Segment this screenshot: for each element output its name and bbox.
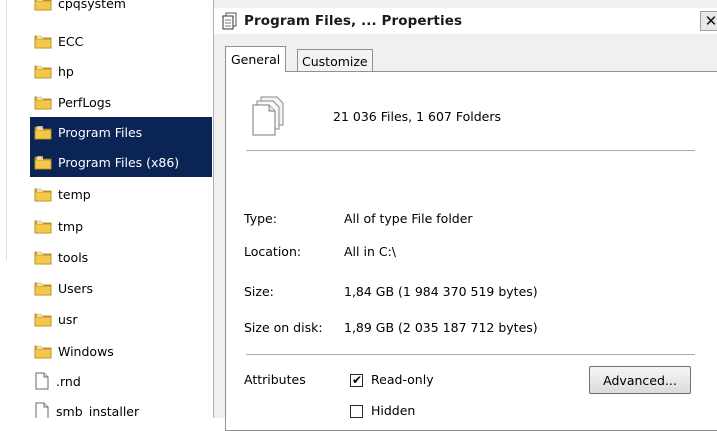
properties-doc-icon [222, 12, 238, 30]
list-item-label: cpqsystem [58, 0, 126, 11]
list-item[interactable]: cpqsystem [30, 0, 212, 18]
list-item[interactable]: hp [30, 56, 212, 86]
list-item-label: PerfLogs [58, 94, 112, 110]
type-value: All of type File folder [344, 211, 473, 226]
tab-general[interactable]: General [225, 46, 287, 72]
folder-icon [34, 249, 52, 265]
read-only-label[interactable]: Read-only [371, 372, 434, 387]
list-item[interactable]: Program Files [30, 117, 212, 147]
file-folder-count: 21 036 Files, 1 607 Folders [333, 109, 501, 124]
folder-icon [34, 63, 52, 79]
list-item[interactable]: temp [30, 179, 212, 209]
general-panel: 21 036 Files, 1 607 Folders Type: All of… [225, 71, 717, 431]
size-label: Size: [244, 284, 274, 299]
folder-icon [34, 0, 52, 11]
list-item-label: usr [58, 311, 78, 327]
location-label: Location: [244, 244, 302, 259]
explorer-file-list: cpqsystem ECC hp PerfLogs Program Files Progr… [0, 0, 215, 418]
folder-icon [34, 94, 52, 110]
list-item-label: Users [58, 280, 94, 296]
list-item-label: temp [58, 186, 91, 202]
size-on-disk-label: Size on disk: [244, 320, 323, 335]
multiple-files-icon [251, 95, 285, 137]
type-label: Type: [244, 211, 277, 226]
list-item[interactable]: tools [30, 242, 212, 272]
divider-top [246, 150, 695, 152]
tab-general-label: General [231, 52, 281, 67]
list-item[interactable]: smb_installer [30, 396, 212, 418]
list-item[interactable]: Program Files (x86) [30, 147, 212, 177]
read-only-checkbox[interactable]: ✔ [350, 373, 363, 387]
list-item[interactable]: PerfLogs [30, 87, 212, 117]
close-button[interactable]: ✕ [700, 11, 717, 31]
list-item-label: Windows [58, 343, 114, 359]
folder-icon [34, 311, 52, 327]
folder-icon [34, 343, 52, 359]
attributes-label: Attributes [244, 372, 306, 387]
folder-icon [34, 124, 52, 140]
list-item-label: Program Files (x86) [58, 154, 180, 170]
list-item[interactable]: usr [30, 304, 212, 334]
tab-customize-label: Customize [302, 53, 368, 69]
list-item[interactable]: tmp [30, 211, 212, 241]
close-icon: ✕ [704, 12, 717, 30]
list-item[interactable]: .rnd [30, 366, 212, 396]
location-value: All in C:\ [344, 244, 396, 259]
divider-bottom [246, 354, 695, 356]
checkmark-icon: ✔ [352, 373, 363, 387]
list-item-label: Program Files [58, 124, 143, 140]
list-item-label: hp [58, 63, 74, 79]
tab-customize[interactable]: Customize [297, 49, 373, 72]
list-item-label: ECC [58, 33, 84, 49]
advanced-button[interactable]: Advanced... [589, 366, 691, 394]
folder-icon [34, 280, 52, 296]
dialog-title: Program Files, ... Properties [244, 13, 463, 29]
list-item[interactable]: Users [30, 273, 212, 303]
folder-icon [34, 33, 52, 49]
list-item[interactable]: Windows [30, 336, 212, 366]
explorer-left-edge [0, 0, 8, 418]
file-icon [34, 372, 50, 390]
tabs-area: General Customize 21 036 Files, 1 607 Fo… [214, 34, 717, 431]
advanced-button-label: Advanced... [603, 372, 677, 388]
file-icon [34, 402, 50, 418]
folder-icon [34, 154, 52, 170]
list-item-label: tools [58, 249, 89, 265]
folder-icon [34, 186, 52, 202]
list-item-label: smb_installer [56, 403, 140, 419]
hidden-checkbox[interactable] [350, 405, 363, 418]
hidden-label[interactable]: Hidden [371, 403, 415, 418]
dialog-titlebar[interactable]: Program Files, ... Properties ✕ [214, 8, 717, 34]
folder-icon [34, 218, 52, 234]
size-value: 1,84 GB (1 984 370 519 bytes) [344, 284, 538, 299]
list-item-label: tmp [58, 218, 84, 234]
list-item-label: .rnd [56, 373, 81, 389]
list-item[interactable]: ECC [30, 26, 212, 56]
properties-dialog: Program Files, ... Properties ✕ General … [213, 0, 717, 431]
size-on-disk-value: 1,89 GB (2 035 187 712 bytes) [344, 320, 538, 335]
